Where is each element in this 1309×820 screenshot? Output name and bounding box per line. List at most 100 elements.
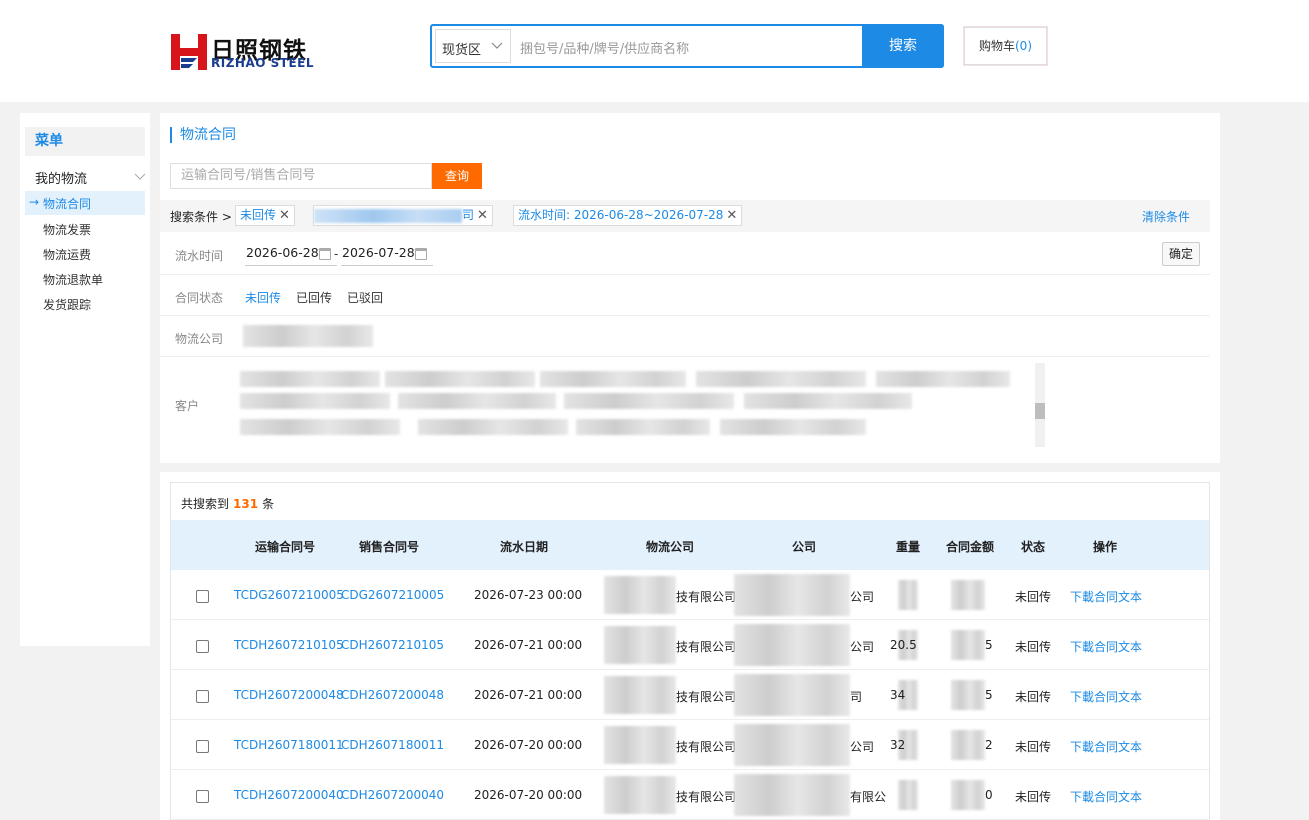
redacted-customer-option[interactable] — [398, 393, 556, 409]
company-name: 司 — [850, 690, 863, 704]
redacted-customer-option[interactable] — [564, 393, 734, 409]
status-option-not-returned[interactable]: 未回传 — [245, 289, 281, 306]
contract-search-input[interactable]: 运输合同号/销售合同号 — [170, 163, 432, 189]
amount-value: 2 — [985, 738, 993, 752]
column-header-company: 公司 — [792, 540, 817, 554]
confirm-button[interactable]: 确定 — [1162, 242, 1200, 266]
company-name: 有限公 — [850, 790, 887, 804]
row-checkbox[interactable] — [196, 690, 209, 703]
customer-list-scrollbar[interactable] — [1035, 363, 1045, 447]
result-count-number: 131 — [233, 497, 259, 511]
status-value: 未回传 — [1015, 740, 1052, 754]
redacted-customer-option[interactable] — [720, 419, 866, 435]
chip-label: 流水时间: 2026-06-28~2026-07-28 — [518, 208, 724, 222]
transport-contract-link[interactable]: TCDH2607210105 — [234, 638, 344, 652]
redacted-customer-option[interactable] — [576, 419, 710, 435]
row-checkbox[interactable] — [196, 640, 209, 653]
sales-contract-link[interactable]: CDH2607200040 — [341, 788, 444, 802]
condition-chip-status[interactable]: 未回传 ✕ — [235, 205, 295, 226]
calendar-icon[interactable] — [415, 248, 427, 260]
redacted-customer-option[interactable] — [744, 393, 912, 409]
condition-chip-date[interactable]: 流水时间: 2026-06-28~2026-07-28 ✕ — [513, 205, 743, 226]
status-option-returned[interactable]: 已回传 — [296, 289, 332, 306]
redacted-customer-option[interactable] — [240, 371, 380, 387]
calendar-icon[interactable] — [319, 248, 331, 260]
redacted-logistics-company — [604, 576, 676, 614]
redacted-customer-option[interactable] — [418, 419, 568, 435]
sidebar-item-shipment-tracking[interactable]: 发货跟踪 — [43, 296, 91, 313]
company-filter-label: 物流公司 — [175, 332, 224, 346]
sidebar-item-logistics-freight[interactable]: 物流运费 — [43, 246, 91, 263]
rizhao-steel-logo[interactable]: 日照钢铁 RIZHAO STEEL — [171, 32, 313, 72]
transport-contract-link[interactable]: TCDG2607210005 — [234, 588, 344, 602]
zone-select-value: 现货区 — [442, 43, 482, 58]
redacted-amount — [951, 780, 985, 810]
clear-conditions-link[interactable]: 清除条件 — [1142, 208, 1190, 225]
flow-date: 2026-07-21 00:00 — [474, 638, 583, 652]
company-name: 公司 — [850, 590, 875, 604]
redacted-customer-option[interactable] — [540, 371, 686, 387]
logistics-company-name: 技有限公司 — [676, 640, 737, 654]
search-button[interactable]: 搜索 — [862, 24, 944, 68]
result-count: 共搜索到 131 条 — [181, 495, 274, 512]
flow-date: 2026-07-21 00:00 — [474, 688, 583, 702]
redacted-customer-option[interactable] — [696, 371, 866, 387]
zone-select[interactable]: 现货区 — [435, 29, 511, 63]
table-row: TCDG2607210005 CDG2607210005 2026-07-23 00… — [171, 570, 1209, 620]
redacted-logistics-company — [604, 726, 676, 764]
cart-button[interactable]: 购物车(0) — [964, 27, 1047, 65]
logistics-company-name: 技有限公司 — [676, 590, 737, 604]
close-icon[interactable]: ✕ — [477, 208, 488, 223]
search-input[interactable]: 捆包号/品种/牌号/供应商名称 — [520, 38, 689, 57]
weight-value: 32 — [890, 738, 906, 752]
sales-contract-link[interactable]: CDG2607210005 — [341, 588, 444, 602]
scrollbar-thumb[interactable] — [1035, 403, 1045, 419]
sidebar-item-logistics-refund[interactable]: 物流退款单 — [43, 271, 103, 288]
download-contract-link[interactable]: 下載合同文本 — [1070, 788, 1142, 805]
flow-date: 2026-07-23 00:00 — [474, 588, 583, 602]
result-count-prefix: 共搜索到 — [181, 497, 230, 511]
weight-value: 34 — [890, 688, 906, 702]
conditions-label: 搜索条件 > — [170, 210, 232, 224]
date-separator: - — [334, 247, 339, 261]
sidebar-group-my-logistics[interactable]: 我的物流 — [35, 168, 87, 187]
sidebar-item-logistics-invoice[interactable]: 物流发票 — [43, 221, 91, 238]
close-icon[interactable]: ✕ — [279, 208, 290, 223]
customer-filter-row: 客户 — [160, 357, 1210, 457]
redacted-customer-option[interactable] — [385, 371, 535, 387]
redacted-company-option[interactable] — [243, 325, 373, 347]
row-checkbox[interactable] — [196, 790, 209, 803]
row-checkbox[interactable] — [196, 740, 209, 753]
logistics-company-name: 技有限公司 — [676, 740, 737, 754]
status-value: 未回传 — [1015, 640, 1052, 654]
status-option-rejected[interactable]: 已驳回 — [347, 289, 383, 306]
column-header-transport-no: 运输合同号 — [255, 540, 316, 554]
chevron-down-icon[interactable] — [134, 171, 146, 181]
sidebar-item-logistics-contract[interactable]: → 物流合同 — [25, 191, 145, 215]
company-name: 公司 — [850, 740, 875, 754]
sales-contract-link[interactable]: CDH2607180011 — [341, 738, 444, 752]
transport-contract-link[interactable]: TCDH2607200040 — [234, 788, 344, 802]
redacted-company — [734, 674, 850, 716]
transport-contract-link[interactable]: TCDH2607200048 — [234, 688, 344, 702]
sales-contract-link[interactable]: CDH2607200048 — [341, 688, 444, 702]
download-contract-link[interactable]: 下載合同文本 — [1070, 688, 1142, 705]
download-contract-link[interactable]: 下載合同文本 — [1070, 638, 1142, 655]
redacted-customer-option[interactable] — [240, 419, 400, 435]
redacted-amount — [951, 630, 985, 660]
transport-contract-link[interactable]: TCDH2607180011 — [234, 738, 344, 752]
close-icon[interactable]: ✕ — [726, 208, 737, 223]
table-row: TCDH2607180011 CDH2607180011 2026-07-20 00… — [171, 720, 1209, 770]
column-header-action: 操作 — [1093, 540, 1118, 554]
download-contract-link[interactable]: 下載合同文本 — [1070, 588, 1142, 605]
chip-label: 未回传 — [240, 208, 277, 222]
query-button[interactable]: 查询 — [432, 163, 482, 189]
redacted-customer-option[interactable] — [876, 371, 1010, 387]
sales-contract-link[interactable]: CDH2607210105 — [341, 638, 444, 652]
row-checkbox[interactable] — [196, 590, 209, 603]
flow-date: 2026-07-20 00:00 — [474, 738, 583, 752]
redacted-company — [314, 208, 462, 223]
download-contract-link[interactable]: 下載合同文本 — [1070, 738, 1142, 755]
condition-chip-company[interactable]: 司 ✕ — [313, 205, 493, 226]
redacted-customer-option[interactable] — [240, 393, 390, 409]
